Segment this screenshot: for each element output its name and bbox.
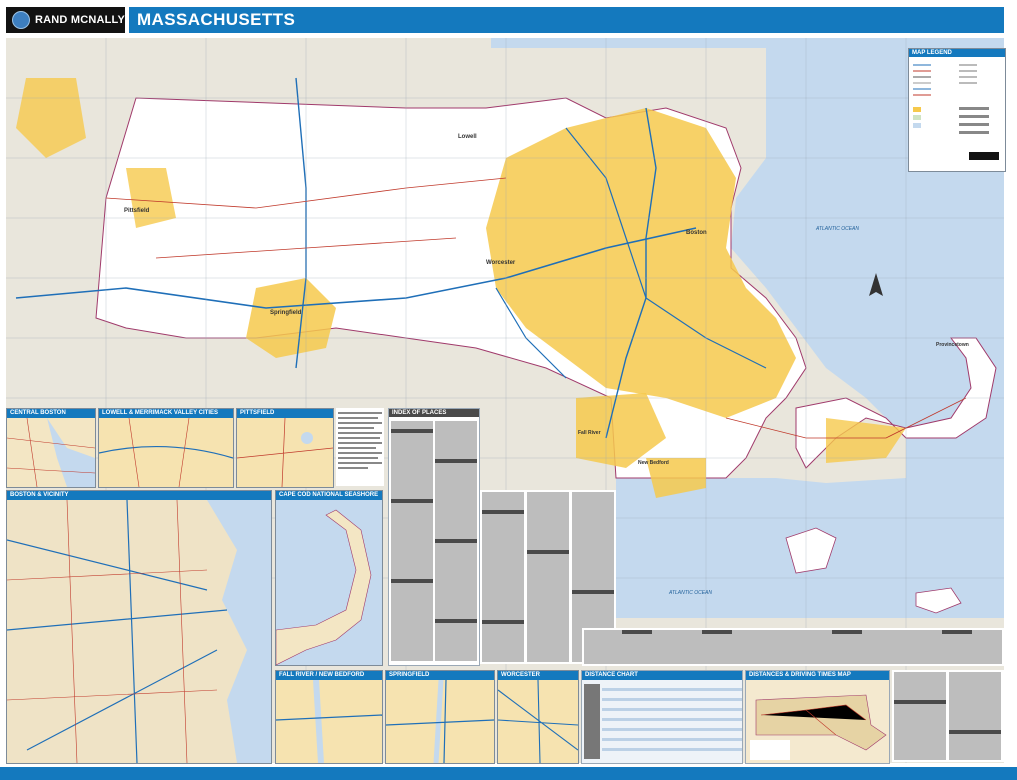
inset-map [276, 500, 382, 665]
driving-times-map: DISTANCES & DRIVING TIMES MAP [745, 670, 890, 764]
inset-worcester: WORCESTER [497, 670, 579, 764]
index-band [582, 628, 1004, 666]
map-title: MASSACHUSETTS [137, 10, 296, 29]
map-notes [336, 408, 384, 486]
bottom-bar [0, 767, 1017, 780]
inset-map [386, 680, 494, 763]
title-bar: MASSACHUSETTS [129, 7, 1004, 33]
inset-map [7, 500, 271, 763]
distance-chart: DISTANCE CHART [581, 670, 743, 764]
inset-cape-cod: CAPE COD NATIONAL SEASHORE [275, 490, 383, 666]
marthas-vineyard [785, 527, 837, 574]
brand-logo: RAND MCNALLY [6, 7, 125, 33]
inset-pittsfield: PITTSFIELD [236, 408, 334, 488]
legend-title: MAP LEGEND [909, 49, 1005, 57]
water-label: ATLANTIC OCEAN [669, 590, 712, 596]
city-label: Worcester [486, 260, 516, 266]
distance-grid [582, 680, 742, 763]
map-legend: MAP LEGEND [908, 48, 1006, 172]
inset-springfield: SPRINGFIELD [385, 670, 495, 764]
inset-central-boston: CENTRAL BOSTON [6, 408, 96, 488]
inset-title: CAPE COD NATIONAL SEASHORE [276, 491, 382, 500]
inset-title: BOSTON & VICINITY [7, 491, 271, 500]
legend-symbols [913, 64, 999, 160]
driving-times-drawing [746, 680, 889, 763]
index-of-places: INDEX OF PLACES [388, 408, 480, 666]
inset-map [237, 418, 333, 487]
north-arrow-icon [869, 273, 883, 296]
nantucket [915, 587, 962, 614]
inset-map [498, 680, 578, 763]
index-band-rows [584, 630, 1002, 664]
city-label: Pittsfield [124, 208, 150, 214]
inset-boston-vicinity: BOSTON & VICINITY [6, 490, 272, 764]
city-label: New Bedford [638, 460, 669, 466]
city-label: Provincetown [936, 342, 969, 348]
distance-chart-title: DISTANCE CHART [582, 671, 742, 680]
brand-name: RAND MCNALLY [35, 14, 125, 26]
inset-map [99, 418, 233, 487]
globe-icon [12, 11, 30, 29]
notes-text-lines [338, 412, 382, 469]
inset-title: LOWELL & MERRIMACK VALLEY CITIES [99, 409, 233, 418]
city-label: Springfield [270, 310, 302, 316]
driving-times-title: DISTANCES & DRIVING TIMES MAP [746, 671, 889, 680]
top-bar: RAND MCNALLY MASSACHUSETTS [0, 0, 1017, 38]
inset-map [7, 418, 95, 487]
inset-title: WORCESTER [498, 671, 578, 680]
index-columns [391, 421, 477, 661]
inset-title: CENTRAL BOSTON [7, 409, 95, 418]
inset-title: PITTSFIELD [237, 409, 333, 418]
inset-fall-river: FALL RIVER / NEW BEDFORD [275, 670, 383, 764]
inset-lowell: LOWELL & MERRIMACK VALLEY CITIES [98, 408, 234, 488]
city-label: Lowell [458, 134, 477, 140]
city-label: Boston [686, 230, 707, 236]
index-right-rows [894, 672, 1001, 760]
index-right [892, 670, 1004, 762]
inset-title: SPRINGFIELD [386, 671, 494, 680]
inset-title: FALL RIVER / NEW BEDFORD [276, 671, 382, 680]
water-label: ATLANTIC OCEAN [816, 226, 859, 232]
index-title: INDEX OF PLACES [389, 409, 479, 417]
inset-map [276, 680, 382, 763]
city-label: Fall River [578, 430, 601, 436]
